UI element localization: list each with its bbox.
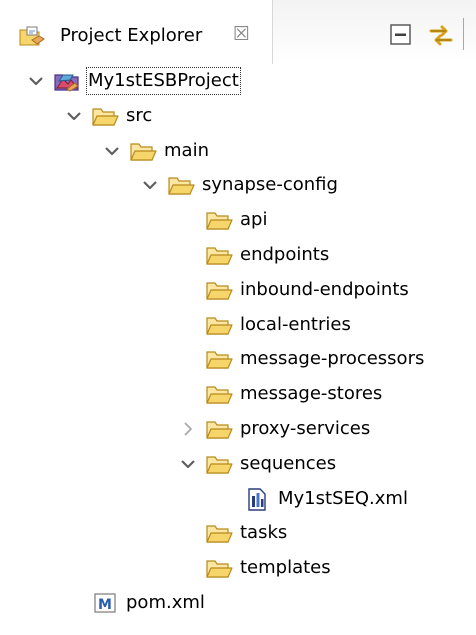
- folder-icon: [205, 347, 233, 371]
- folder-icon: [205, 417, 233, 441]
- folder-icon: [205, 521, 233, 545]
- expand-chevron-icon[interactable]: [142, 177, 158, 193]
- tree-item-label: templates: [240, 557, 331, 579]
- collapse-all-icon[interactable]: [388, 22, 414, 48]
- tree-item-label: proxy-services: [240, 418, 371, 439]
- folder-icon: [129, 139, 157, 163]
- tree-item-pom-xml[interactable]: Mpom.xml: [0, 586, 476, 620]
- project-explorer-view: Project Explorer ☒ My1stESBProject src mai…: [0, 0, 476, 635]
- tree-item-label: My1stESBProject: [86, 67, 241, 95]
- svg-text:M: M: [98, 597, 112, 613]
- tree-item-label: main: [164, 139, 209, 161]
- folder-icon: [167, 173, 195, 197]
- expand-chevron-icon[interactable]: [66, 108, 82, 124]
- expand-chevron-icon[interactable]: [104, 143, 120, 159]
- tree-item-label: api: [240, 209, 268, 231]
- folder-icon: [205, 243, 233, 267]
- expand-chevron-icon[interactable]: [28, 73, 44, 89]
- folder-icon: [205, 452, 233, 476]
- folder-icon: [205, 556, 233, 580]
- tree-item-label: message-processors: [240, 348, 425, 370]
- close-view-icon[interactable]: ☒: [233, 22, 250, 46]
- tree-item-my1stesbproject[interactable]: My1stESBProject: [0, 64, 476, 98]
- tree-item-label: src: [126, 104, 153, 126]
- tree-item-sequences[interactable]: sequences: [0, 447, 476, 481]
- tree-item-src[interactable]: src: [0, 99, 476, 133]
- folder-icon: [91, 104, 119, 128]
- tree-item-label: sequences: [240, 452, 337, 474]
- view-header: Project Explorer ☒: [0, 0, 476, 64]
- project-tree: My1stESBProject src main synapse-config api e…: [0, 64, 476, 635]
- tree-item-synapse-config[interactable]: synapse-config: [0, 168, 476, 202]
- tree-item-label: pom.xml: [126, 592, 205, 613]
- view-title: Project Explorer: [60, 25, 203, 46]
- tree-item-local-entries[interactable]: local-entries: [0, 308, 476, 342]
- tree-item-label: message-stores: [240, 383, 383, 405]
- tree-item-proxy-services[interactable]: proxy-services: [0, 412, 476, 446]
- folder-icon: [205, 313, 233, 337]
- tree-item-label: endpoints: [240, 244, 330, 265]
- folder-icon: [205, 208, 233, 232]
- tree-item-label: My1stSEQ.xml: [278, 487, 408, 509]
- link-with-editor-icon[interactable]: [428, 22, 454, 48]
- toolbar-divider: [463, 18, 464, 50]
- tree-item-label: local-entries: [240, 313, 351, 335]
- tree-item-main[interactable]: main: [0, 134, 476, 168]
- tree-item-message-processors[interactable]: message-processors: [0, 342, 476, 376]
- tree-item-endpoints[interactable]: endpoints: [0, 238, 476, 272]
- tree-item-api[interactable]: api: [0, 203, 476, 237]
- tree-item-label: inbound-endpoints: [240, 278, 409, 300]
- tree-item-message-stores[interactable]: message-stores: [0, 377, 476, 411]
- sequence-file-icon: [243, 487, 271, 511]
- expand-chevron-icon[interactable]: [180, 456, 196, 472]
- tree-item-templates[interactable]: templates: [0, 551, 476, 585]
- tree-item-tasks[interactable]: tasks: [0, 516, 476, 550]
- collapse-chevron-icon[interactable]: [180, 421, 196, 437]
- tree-item-label: synapse-config: [202, 174, 338, 196]
- folder-icon: [205, 382, 233, 406]
- tree-item-label: tasks: [240, 522, 288, 544]
- esb-project-icon: [53, 69, 81, 93]
- tree-item-my1stseq-xml[interactable]: My1stSEQ.xml: [0, 482, 476, 516]
- project-explorer-icon: [19, 26, 45, 46]
- maven-pom-icon: M: [91, 591, 119, 615]
- tree-item-inbound-endpoints[interactable]: inbound-endpoints: [0, 273, 476, 307]
- tab-project-explorer[interactable]: Project Explorer ☒: [0, 0, 273, 64]
- folder-icon: [205, 278, 233, 302]
